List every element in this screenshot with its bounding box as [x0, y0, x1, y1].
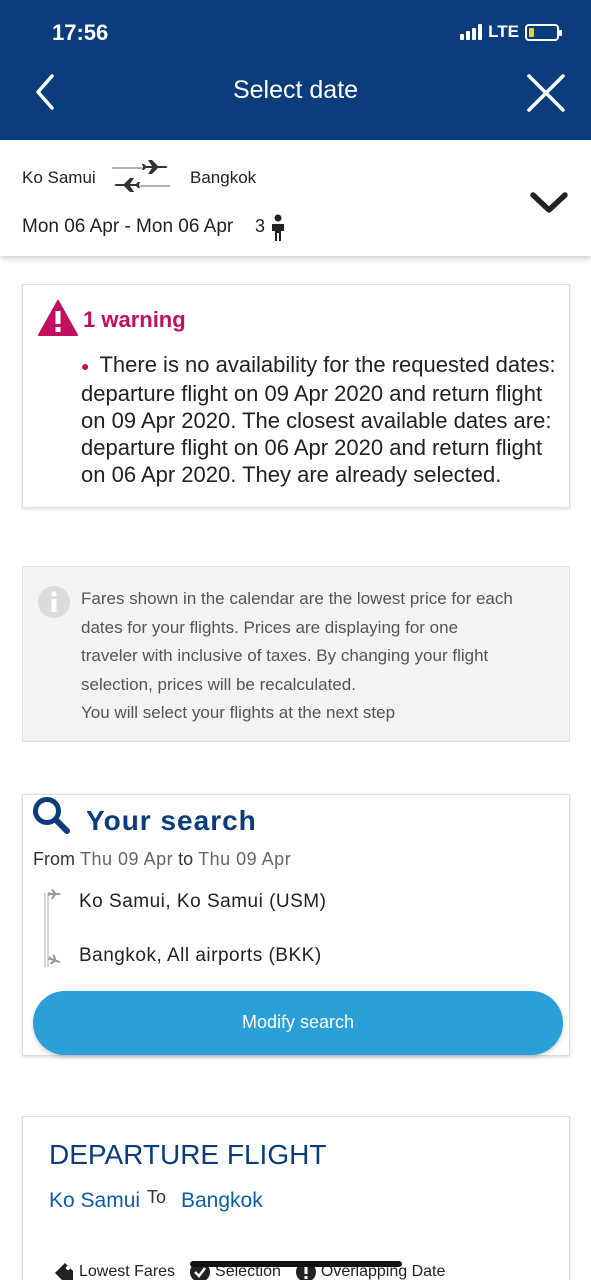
warning-title: 1 warning	[83, 307, 186, 332]
info-panel: Fares shown in the calendar are the lowe…	[22, 566, 570, 742]
round-trip-icon	[112, 160, 170, 192]
search-origin: Ko Samui, Ko Samui (USM)	[79, 891, 327, 912]
chevron-down-icon[interactable]	[529, 190, 569, 216]
summary-dates: Mon 06 Apr - Mon 06 Apr	[22, 216, 234, 237]
network-label: LTE	[488, 22, 519, 41]
warning-panel: 1 warning ● There is no availability for …	[22, 284, 570, 508]
warning-triangle-icon	[38, 300, 78, 336]
status-time: 17:56	[52, 20, 109, 45]
modify-search-button[interactable]: Modify search	[33, 991, 563, 1055]
app-header: 17:56 LTE Select date	[0, 0, 591, 140]
page-title: Select date	[232, 76, 359, 104]
search-dates: From Thu 09 Apr to Thu 09 Apr	[33, 849, 291, 870]
info-line: You will select your flights at the next…	[81, 703, 396, 722]
from-label: From	[33, 849, 75, 869]
passenger-count: 3	[255, 216, 266, 236]
search-start-date: Thu 09 Apr	[80, 849, 174, 869]
to-label: to	[178, 849, 194, 869]
legend-lowest-fares: Lowest Fares	[53, 1261, 175, 1280]
search-end-date: Thu 09 Apr	[198, 849, 292, 869]
legend-label: Lowest Fares	[79, 1263, 176, 1280]
departure-origin: Ko Samui	[49, 1189, 141, 1212]
to-label: To	[147, 1187, 167, 1207]
search-icon	[33, 797, 70, 834]
info-line: Fares shown in the calendar are the lowe…	[81, 589, 513, 608]
summary-origin: Ko Samui	[22, 168, 96, 187]
info-line: selection, prices will be recalculated.	[81, 674, 356, 694]
bullet-icon: ●	[81, 357, 90, 374]
departure-destination: Bangkok	[181, 1189, 263, 1212]
trip-summary[interactable]: Ko Samui Bangkok Mon 06 Apr - Mon 06 Apr…	[0, 140, 591, 256]
warning-message-text: There is no availability for the request…	[81, 352, 556, 487]
summary-destination: Bangkok	[190, 168, 257, 187]
departure-flight-panel: DEPARTURE FLIGHT Ko Samui To Bangkok Low…	[22, 1116, 570, 1280]
signal-icon	[460, 24, 483, 40]
info-icon	[38, 586, 70, 618]
tag-icon	[55, 1263, 73, 1280]
warning-message: ● There is no availability for the reques…	[81, 351, 569, 488]
home-indicator[interactable]	[190, 1261, 402, 1267]
info-line: traveler with inclusive of taxes. By cha…	[81, 646, 489, 665]
info-line: dates for your flights. Prices are displ…	[81, 617, 459, 637]
route-line-icon	[44, 889, 61, 967]
departure-title: DEPARTURE FLIGHT	[49, 1139, 327, 1170]
search-title: Your search	[86, 805, 257, 836]
search-destination: Bangkok, All airports (BKK)	[79, 945, 322, 966]
status-indicators: LTE	[460, 22, 562, 42]
person-icon	[272, 214, 284, 241]
search-panel: Your search From Thu 09 Apr to Thu 09 Ap…	[22, 794, 570, 1056]
battery-icon	[525, 23, 562, 41]
close-icon[interactable]	[525, 72, 567, 114]
info-text: Fares shown in the calendar are the lowe…	[81, 585, 561, 728]
